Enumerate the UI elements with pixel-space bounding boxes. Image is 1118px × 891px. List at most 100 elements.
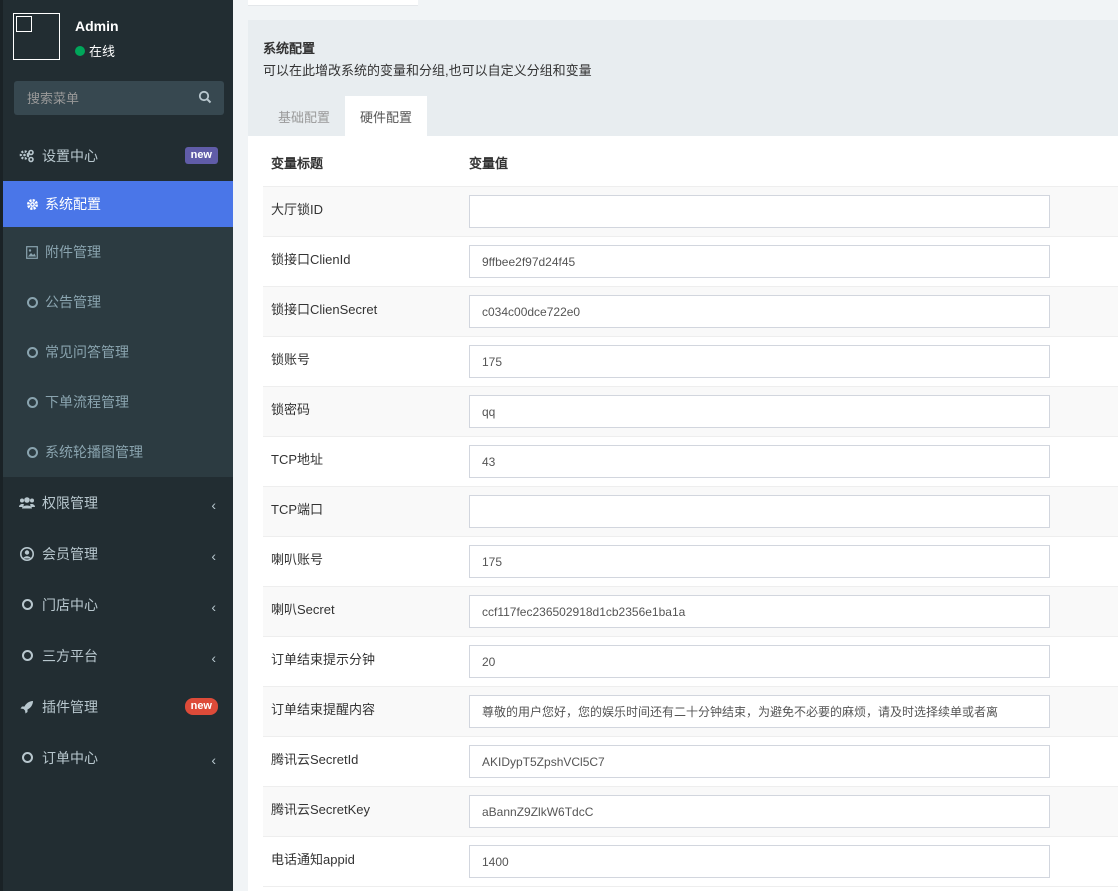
variable-value-cell (469, 537, 1050, 586)
variable-value-input[interactable] (469, 845, 1050, 878)
variable-value-cell (469, 287, 1050, 336)
page-description: 可以在此增改系统的变量和分组,也可以自定义分组和变量 (263, 63, 592, 78)
circle-icon (25, 295, 39, 309)
table-row: TCP端口 (263, 487, 1118, 537)
variable-value-input[interactable] (469, 295, 1050, 328)
variable-value-cell (469, 637, 1050, 686)
variable-value-cell (469, 237, 1050, 286)
sidebar-item-system-config[interactable]: 系统配置 (3, 181, 233, 227)
variable-title: 大厅锁ID (271, 202, 324, 217)
chevron-left-icon: ‹ (211, 752, 216, 768)
table-row: 腾讯云SecretId (263, 737, 1118, 787)
sidebar-item-announcements[interactable]: 公告管理 (3, 277, 233, 327)
sidebar-item-faq[interactable]: 常见问答管理 (3, 327, 233, 377)
sidebar-menu: 设置中心 new 系统配置 附件管理 公告管理 常见问答管理 下单流程管理 系统… (3, 130, 233, 783)
variable-value-input[interactable] (469, 645, 1050, 678)
table-row: 锁接口ClienId (263, 237, 1118, 287)
sidebar-item-orders[interactable]: 订单中心 ‹ (3, 732, 233, 783)
user-name: Admin (75, 18, 119, 34)
sidebar-item-plugins[interactable]: 插件管理 new (3, 681, 233, 732)
sidebar-item-label: 门店中心 (42, 596, 98, 613)
tab-basic-config[interactable]: 基础配置 (263, 96, 346, 136)
circle-icon (19, 648, 35, 664)
variable-title: 锁接口ClienId (271, 252, 351, 267)
sidebar-item-label: 附件管理 (45, 244, 101, 260)
sidebar-item-order-flow[interactable]: 下单流程管理 (3, 377, 233, 427)
sidebar-item-label: 下单流程管理 (45, 394, 129, 410)
sidebar-item-label: 公告管理 (45, 294, 101, 310)
table-row: 大厅锁ID (263, 187, 1118, 237)
variable-title: TCP端口 (271, 502, 324, 517)
variable-value-cell (469, 687, 1050, 736)
variable-value-input[interactable] (469, 495, 1050, 528)
user-panel: Admin 在线 (3, 0, 233, 72)
page-title: 系统配置 (263, 41, 316, 56)
sidebar-item-stores[interactable]: 门店中心 ‹ (3, 579, 233, 630)
user-circle-icon (19, 546, 35, 562)
variable-value-cell (469, 487, 1050, 536)
variable-value-cell (469, 737, 1050, 786)
sidebar-item-permissions[interactable]: 权限管理 ‹ (3, 477, 233, 528)
user-status-text: 在线 (89, 44, 116, 59)
panel-header: 系统配置 可以在此增改系统的变量和分组,也可以自定义分组和变量 基础配置 硬件配… (248, 20, 1118, 136)
sidebar-item-label: 插件管理 (42, 698, 98, 715)
sidebar-item-settings[interactable]: 设置中心 new (3, 130, 233, 181)
variable-value-input[interactable] (469, 445, 1050, 478)
table-row: 锁密码 (263, 387, 1118, 437)
search-icon[interactable] (198, 90, 212, 107)
variable-value-input[interactable] (469, 595, 1050, 628)
chevron-left-icon: ‹ (211, 497, 216, 513)
rocket-icon (19, 699, 35, 715)
variable-value-input[interactable] (469, 195, 1050, 228)
variable-value-cell (469, 587, 1050, 636)
variable-value-input[interactable] (469, 395, 1050, 428)
circle-icon (25, 445, 39, 459)
sidebar-search (14, 81, 224, 115)
variable-value-input[interactable] (469, 245, 1050, 278)
avatar[interactable] (13, 13, 60, 60)
variable-value-cell (469, 387, 1050, 436)
variable-value-input[interactable] (469, 695, 1050, 728)
sidebar-item-label: 权限管理 (42, 494, 98, 511)
image-icon (25, 245, 39, 259)
table-header: 变量标题 变量值 (263, 136, 1118, 187)
search-input[interactable] (27, 90, 177, 106)
variable-value-cell (469, 837, 1050, 886)
table-row: 喇叭Secret (263, 587, 1118, 637)
sidebar-item-carousel[interactable]: 系统轮播图管理 (3, 427, 233, 477)
sidebar-item-attachments[interactable]: 附件管理 (3, 227, 233, 277)
table-row: TCP地址 (263, 437, 1118, 487)
tab-hardware-config[interactable]: 硬件配置 (345, 96, 428, 136)
sidebar-item-label: 会员管理 (42, 545, 98, 562)
sidebar-item-label: 系统轮播图管理 (45, 444, 143, 460)
sidebar-item-members[interactable]: 会员管理 ‹ (3, 528, 233, 579)
variable-value-input[interactable] (469, 545, 1050, 578)
new-badge: new (184, 147, 218, 164)
variable-value-cell (469, 187, 1050, 236)
variable-title: 锁密码 (271, 402, 311, 417)
circle-icon (19, 597, 35, 613)
variable-title: 喇叭Secret (271, 602, 335, 617)
sidebar-item-third-party[interactable]: 三方平台 ‹ (3, 630, 233, 681)
gears-icon (19, 148, 35, 164)
circle-icon (19, 750, 35, 766)
table-row: 腾讯云SecretKey (263, 787, 1118, 837)
circle-icon (25, 395, 39, 409)
user-status: 在线 (75, 41, 115, 60)
variable-title: 订单结束提示分钟 (271, 652, 376, 667)
gear-icon (25, 197, 39, 211)
chevron-left-icon: ‹ (211, 548, 216, 564)
new-badge: new (184, 698, 218, 715)
variable-value-input[interactable] (469, 745, 1050, 778)
sidebar-item-label: 三方平台 (42, 647, 98, 664)
variable-value-input[interactable] (469, 345, 1050, 378)
table-row: 订单结束提醒内容 (263, 687, 1118, 737)
sidebar-item-label: 订单中心 (42, 749, 98, 766)
variable-title: 电话通知appid (271, 852, 355, 867)
variable-title: TCP地址 (271, 452, 324, 467)
variable-value-input[interactable] (469, 795, 1050, 828)
column-header-value: 变量值 (469, 156, 509, 171)
variable-title: 订单结束提醒内容 (271, 702, 376, 717)
table-row: 订单结束提示分钟 (263, 637, 1118, 687)
sidebar-item-label: 系统配置 (45, 196, 101, 212)
